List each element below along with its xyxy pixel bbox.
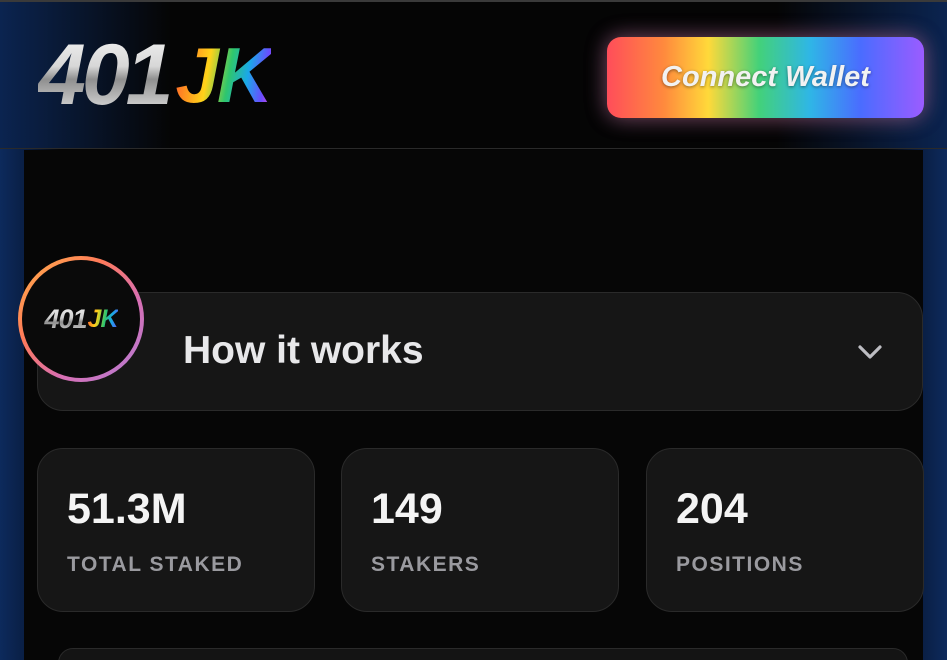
- how-it-works-accordion[interactable]: How it works: [37, 292, 923, 411]
- connect-wallet-label: Connect Wallet: [661, 61, 870, 93]
- accordion-title: How it works: [183, 329, 424, 372]
- stat-value: 51.3M: [67, 485, 187, 533]
- stat-label: POSITIONS: [676, 553, 804, 576]
- stat-card-positions: 204 POSITIONS: [646, 448, 924, 612]
- chevron-down-icon[interactable]: [855, 337, 885, 367]
- next-card-partial: [58, 648, 908, 660]
- stat-value: 204: [676, 485, 748, 533]
- avatar-logo-numbers: 401: [44, 303, 87, 334]
- stat-label: TOTAL STAKED: [67, 553, 244, 576]
- stat-card-total-staked: 51.3M TOTAL STAKED: [37, 448, 315, 612]
- stat-label: STAKERS: [371, 553, 481, 576]
- top-header: 401 JK Connect Wallet: [0, 0, 947, 149]
- stat-value: 149: [371, 485, 443, 533]
- app-logo[interactable]: 401 JK: [38, 27, 274, 123]
- logo-letters: JK: [175, 31, 274, 119]
- avatar-logo: 401 JK: [22, 260, 140, 378]
- connect-wallet-button[interactable]: Connect Wallet: [607, 37, 924, 118]
- logo-numbers: 401: [38, 27, 173, 123]
- avatar-logo-letters: JK: [87, 304, 119, 333]
- avatar: 401 JK: [18, 256, 144, 382]
- stat-card-stakers: 149 STAKERS: [341, 448, 619, 612]
